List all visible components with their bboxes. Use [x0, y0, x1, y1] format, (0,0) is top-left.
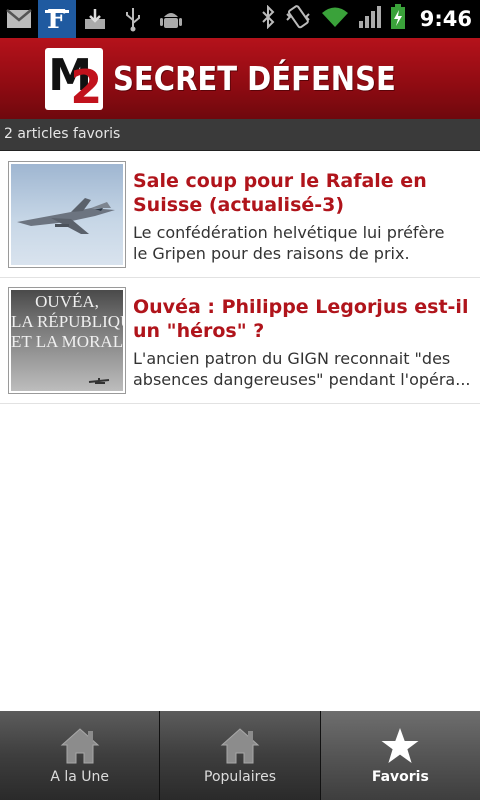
favorites-count-bar: 2 articles favoris — [0, 119, 480, 151]
app-screen: F 9:46 M 2 SECRET DÉFENSE 2 articles fav… — [0, 0, 480, 800]
article-summary-line: L'ancien patron du GIGN reconnait "des — [133, 349, 451, 368]
logo-title: SECRET DÉFENSE — [113, 59, 397, 98]
article-summary-line: le Gripen pour des raisons de prix. — [133, 244, 410, 263]
favorites-count-label: 2 articles favoris — [4, 126, 121, 142]
tab-favoris[interactable]: Favoris — [320, 711, 480, 800]
tab-label: Populaires — [204, 769, 276, 785]
status-bar: F 9:46 — [0, 0, 480, 38]
article-summary-line: Le confédération helvétique lui préfère — [133, 223, 445, 242]
bluetooth-icon — [260, 4, 276, 33]
app-header: M2 SECRET DÉFENSE — [0, 38, 480, 119]
article-thumbnail — [8, 161, 126, 268]
app-logo: M2 SECRET DÉFENSE — [45, 47, 434, 110]
le-figaro-icon: F — [38, 0, 76, 38]
battery-charging-icon — [390, 4, 406, 34]
signal-icon — [358, 5, 382, 33]
bottom-tab-bar: A la Une Populaires Favoris — [0, 711, 480, 800]
usb-icon — [114, 0, 152, 38]
ouvea-movie-poster: OUVÉA, LA RÉPUBLIQU ET LA MORAL — [11, 290, 123, 391]
tab-label: Favoris — [371, 769, 429, 785]
android-debug-icon — [152, 0, 190, 38]
tab-label: A la Une — [50, 769, 109, 785]
clock: 9:46 — [419, 7, 472, 31]
article-title: Sale coup pour le Rafale en Suisse (actu… — [133, 170, 427, 216]
tab-populaires[interactable]: Populaires — [160, 711, 321, 800]
gmail-icon — [0, 0, 38, 38]
list-item[interactable]: Sale coup pour le Rafale en Suisse (actu… — [0, 152, 480, 278]
svg-text:F: F — [47, 5, 66, 34]
tab-a-la-une[interactable]: A la Une — [0, 711, 161, 800]
list-item[interactable]: OUVÉA, LA RÉPUBLIQU ET LA MORAL Ouvéa : … — [0, 278, 480, 404]
article-summary: L'ancien patron du GIGN reconnait "des a… — [133, 348, 478, 390]
home-icon — [60, 727, 100, 765]
article-thumbnail: OUVÉA, LA RÉPUBLIQU ET LA MORAL — [8, 287, 126, 394]
article-summary-line: absences dangereuses" pendant l'opéra... — [133, 370, 471, 389]
wifi-icon — [320, 5, 350, 33]
article-list: Sale coup pour le Rafale en Suisse (actu… — [0, 152, 480, 404]
home-icon — [220, 727, 260, 765]
article-title: Ouvéa : Philippe Legorjus est-il un "hér… — [133, 296, 469, 342]
star-icon — [380, 727, 420, 765]
fighter-jet-photo — [11, 164, 123, 265]
download-icon — [76, 0, 114, 38]
article-summary: Le confédération helvétique lui préfère … — [133, 222, 478, 264]
m2-logo-mark: M2 — [45, 47, 104, 110]
vibrate-icon — [284, 4, 312, 34]
